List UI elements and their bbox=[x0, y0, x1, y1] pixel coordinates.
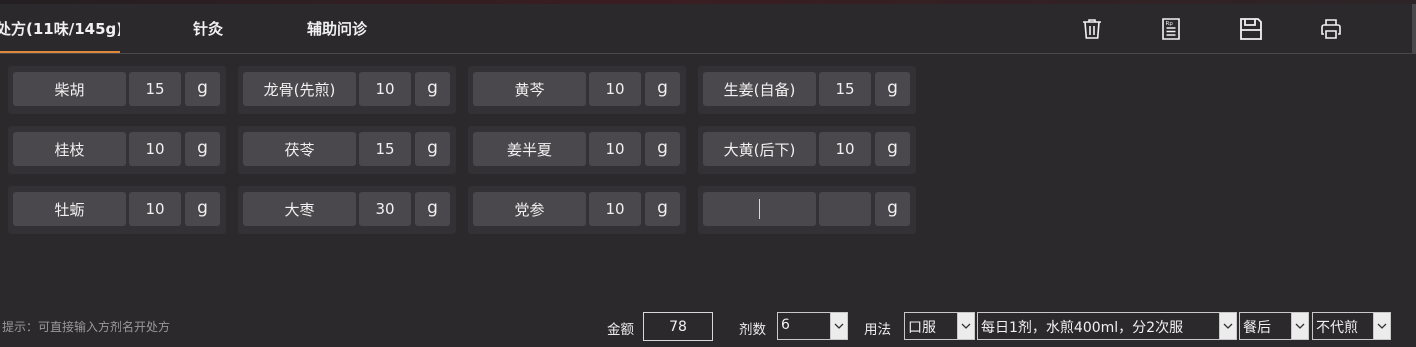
save-button[interactable] bbox=[1238, 16, 1264, 42]
herb-unit-field[interactable]: g bbox=[185, 72, 220, 106]
herb-item: 龙骨(先煎) 10 g bbox=[238, 66, 456, 114]
herb-dose-field[interactable]: 10 bbox=[819, 132, 871, 166]
herb-name-field[interactable]: 柴胡 bbox=[13, 72, 126, 106]
herb-unit-field[interactable]: g bbox=[875, 72, 910, 106]
prescription-rp-icon: Rp bbox=[1162, 18, 1180, 40]
doses-label: 剂数 bbox=[739, 322, 766, 338]
herb-item: 黄芩 10 g bbox=[468, 66, 686, 114]
herb-item: 生姜(自备) 15 g bbox=[698, 66, 916, 114]
herb-dose-field[interactable]: 15 bbox=[129, 72, 181, 106]
herb-name-field[interactable]: 生姜(自备) bbox=[703, 72, 816, 106]
tab-acupuncture[interactable]: 针灸 bbox=[193, 18, 223, 39]
herb-name-input[interactable] bbox=[703, 192, 816, 226]
herb-name-field[interactable]: 茯苓 bbox=[243, 132, 356, 166]
herb-unit-field[interactable]: g bbox=[645, 132, 680, 166]
herb-unit-field[interactable]: g bbox=[415, 72, 450, 106]
herb-item: 牡蛎 10 g bbox=[8, 186, 226, 234]
print-button[interactable] bbox=[1318, 16, 1344, 42]
trash-icon bbox=[1083, 19, 1101, 39]
amount-field[interactable]: 78 bbox=[643, 312, 713, 341]
chevron-down-icon[interactable] bbox=[1291, 313, 1308, 339]
frequency-select[interactable]: 每日1剂，水煎400ml，分2次服 bbox=[977, 312, 1237, 340]
decoction-select[interactable]: 不代煎 bbox=[1312, 312, 1391, 340]
herb-name-field[interactable]: 大枣 bbox=[243, 192, 356, 226]
amount-label: 金额 bbox=[607, 322, 634, 338]
chevron-down-icon[interactable] bbox=[957, 313, 974, 339]
text-cursor bbox=[759, 199, 760, 219]
herb-dose-field[interactable]: 10 bbox=[589, 132, 641, 166]
herb-item: 柴胡 15 g bbox=[8, 66, 226, 114]
herb-dose-input[interactable] bbox=[819, 192, 871, 226]
delete-button[interactable] bbox=[1079, 16, 1105, 42]
herb-name-field[interactable]: 桂枝 bbox=[13, 132, 126, 166]
chevron-down-icon[interactable] bbox=[1219, 313, 1236, 339]
tab-prescription[interactable]: 处方(11味/145g) bbox=[0, 18, 120, 53]
herb-name-field[interactable]: 牡蛎 bbox=[13, 192, 126, 226]
herb-name-field[interactable]: 党参 bbox=[473, 192, 586, 226]
herb-unit-field[interactable]: g bbox=[875, 132, 910, 166]
herb-dose-field[interactable]: 15 bbox=[359, 132, 411, 166]
scroll-edge bbox=[1412, 4, 1416, 54]
herb-dose-field[interactable]: 10 bbox=[129, 192, 181, 226]
herb-item-new: g bbox=[698, 186, 916, 234]
print-icon bbox=[1321, 19, 1341, 39]
timing-select[interactable]: 餐后 bbox=[1239, 312, 1309, 340]
save-icon bbox=[1240, 18, 1262, 40]
herb-unit-field[interactable]: g bbox=[185, 192, 220, 226]
herb-unit-field[interactable]: g bbox=[645, 192, 680, 226]
herb-unit-field[interactable]: g bbox=[645, 72, 680, 106]
herb-dose-field[interactable]: 10 bbox=[129, 132, 181, 166]
doses-value: 6 bbox=[781, 317, 790, 333]
tab-auxiliary-inquiry[interactable]: 辅助问诊 bbox=[307, 18, 367, 39]
herb-unit-field[interactable]: g bbox=[185, 132, 220, 166]
herb-item: 党参 10 g bbox=[468, 186, 686, 234]
herb-dose-field[interactable]: 10 bbox=[359, 72, 411, 106]
herb-unit-field[interactable]: g bbox=[875, 192, 910, 226]
tab-bar: 处方(11味/145g) 针灸 辅助问诊 Rp bbox=[0, 4, 1416, 54]
chevron-down-icon[interactable] bbox=[830, 313, 847, 339]
herb-item: 茯苓 15 g bbox=[238, 126, 456, 174]
chevron-down-icon[interactable] bbox=[1373, 313, 1390, 339]
herb-unit-field[interactable]: g bbox=[415, 192, 450, 226]
herb-name-field[interactable]: 黄芩 bbox=[473, 72, 586, 106]
herb-item: 姜半夏 10 g bbox=[468, 126, 686, 174]
herb-item: 大枣 30 g bbox=[238, 186, 456, 234]
hint-text: 提示：可直接输入方剂名开处方 bbox=[2, 320, 171, 334]
herb-name-field[interactable]: 大黄(后下) bbox=[703, 132, 816, 166]
herb-name-field[interactable]: 姜半夏 bbox=[473, 132, 586, 166]
decoction-value: 不代煎 bbox=[1316, 320, 1358, 336]
herb-dose-field[interactable]: 15 bbox=[819, 72, 871, 106]
herb-dose-field[interactable]: 10 bbox=[589, 72, 641, 106]
usage-label: 用法 bbox=[864, 322, 891, 338]
herb-item: 大黄(后下) 10 g bbox=[698, 126, 916, 174]
route-value: 口服 bbox=[908, 320, 936, 336]
herb-dose-field[interactable]: 10 bbox=[589, 192, 641, 226]
herb-item: 桂枝 10 g bbox=[8, 126, 226, 174]
herb-dose-field[interactable]: 30 bbox=[359, 192, 411, 226]
svg-text:Rp: Rp bbox=[1166, 21, 1174, 27]
frequency-value: 每日1剂，水煎400ml，分2次服 bbox=[981, 320, 1184, 336]
timing-value: 餐后 bbox=[1243, 320, 1271, 336]
prescription-template-button[interactable]: Rp bbox=[1158, 16, 1184, 42]
herb-name-field[interactable]: 龙骨(先煎) bbox=[243, 72, 356, 106]
herb-unit-field[interactable]: g bbox=[415, 132, 450, 166]
doses-select[interactable]: 6 bbox=[777, 312, 848, 340]
route-select[interactable]: 口服 bbox=[904, 312, 975, 340]
